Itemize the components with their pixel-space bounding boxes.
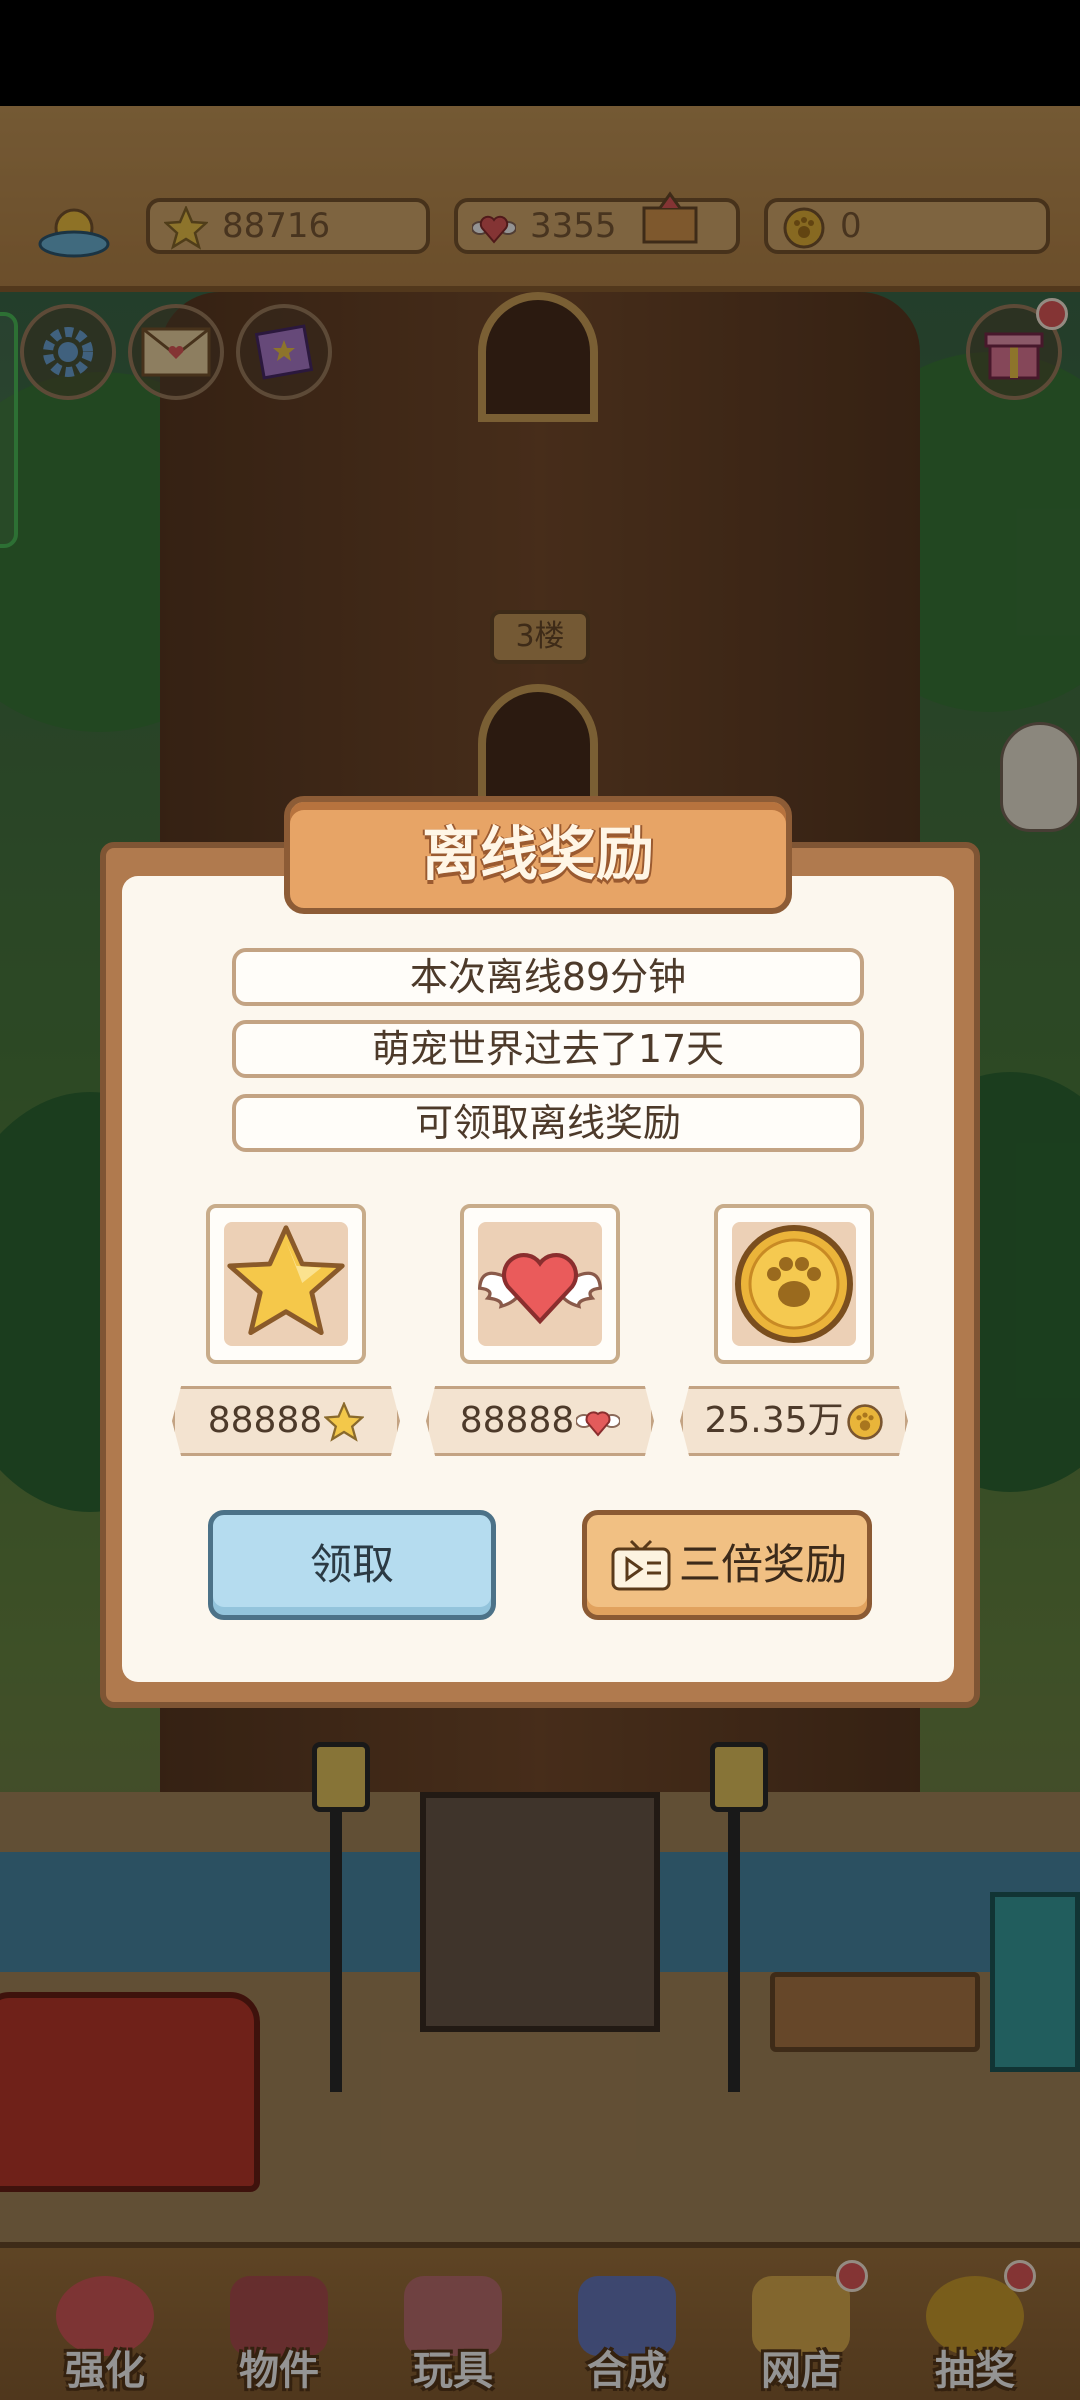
offline-duration-line: 本次离线89分钟 (232, 948, 864, 1006)
claim-button[interactable]: 领取 (208, 1510, 496, 1620)
triple-reward-button[interactable]: 三倍奖励 (582, 1510, 872, 1620)
world-time-line: 萌宠世界过去了17天 (232, 1020, 864, 1078)
star-icon (227, 1225, 345, 1336)
paw-coin-icon (735, 1225, 853, 1343)
triple-reward-label: 三倍奖励 (679, 1540, 848, 1589)
reward-slot-coins (714, 1204, 874, 1364)
reward-amount-hearts: 88888 (426, 1386, 654, 1456)
dialog-title: 离线奖励 (421, 820, 654, 888)
star-icon (324, 1402, 365, 1442)
coins-reward-value: 25.35万 (704, 1400, 844, 1441)
reward-slot-hearts (460, 1204, 620, 1364)
stars-reward-value: 88888 (207, 1400, 323, 1441)
winged-heart-icon (478, 1253, 602, 1325)
status-bar (0, 0, 1080, 106)
reward-slot-stars (206, 1204, 366, 1364)
reward-amount-coins: 25.35万 (680, 1386, 908, 1456)
hearts-reward-value: 88888 (459, 1400, 575, 1441)
video-ad-icon (611, 1539, 671, 1591)
reward-amount-stars: 88888 (172, 1386, 400, 1456)
paw-coin-icon (846, 1404, 883, 1440)
claimable-line: 可领取离线奖励 (232, 1094, 864, 1152)
winged-heart-icon (576, 1411, 621, 1437)
